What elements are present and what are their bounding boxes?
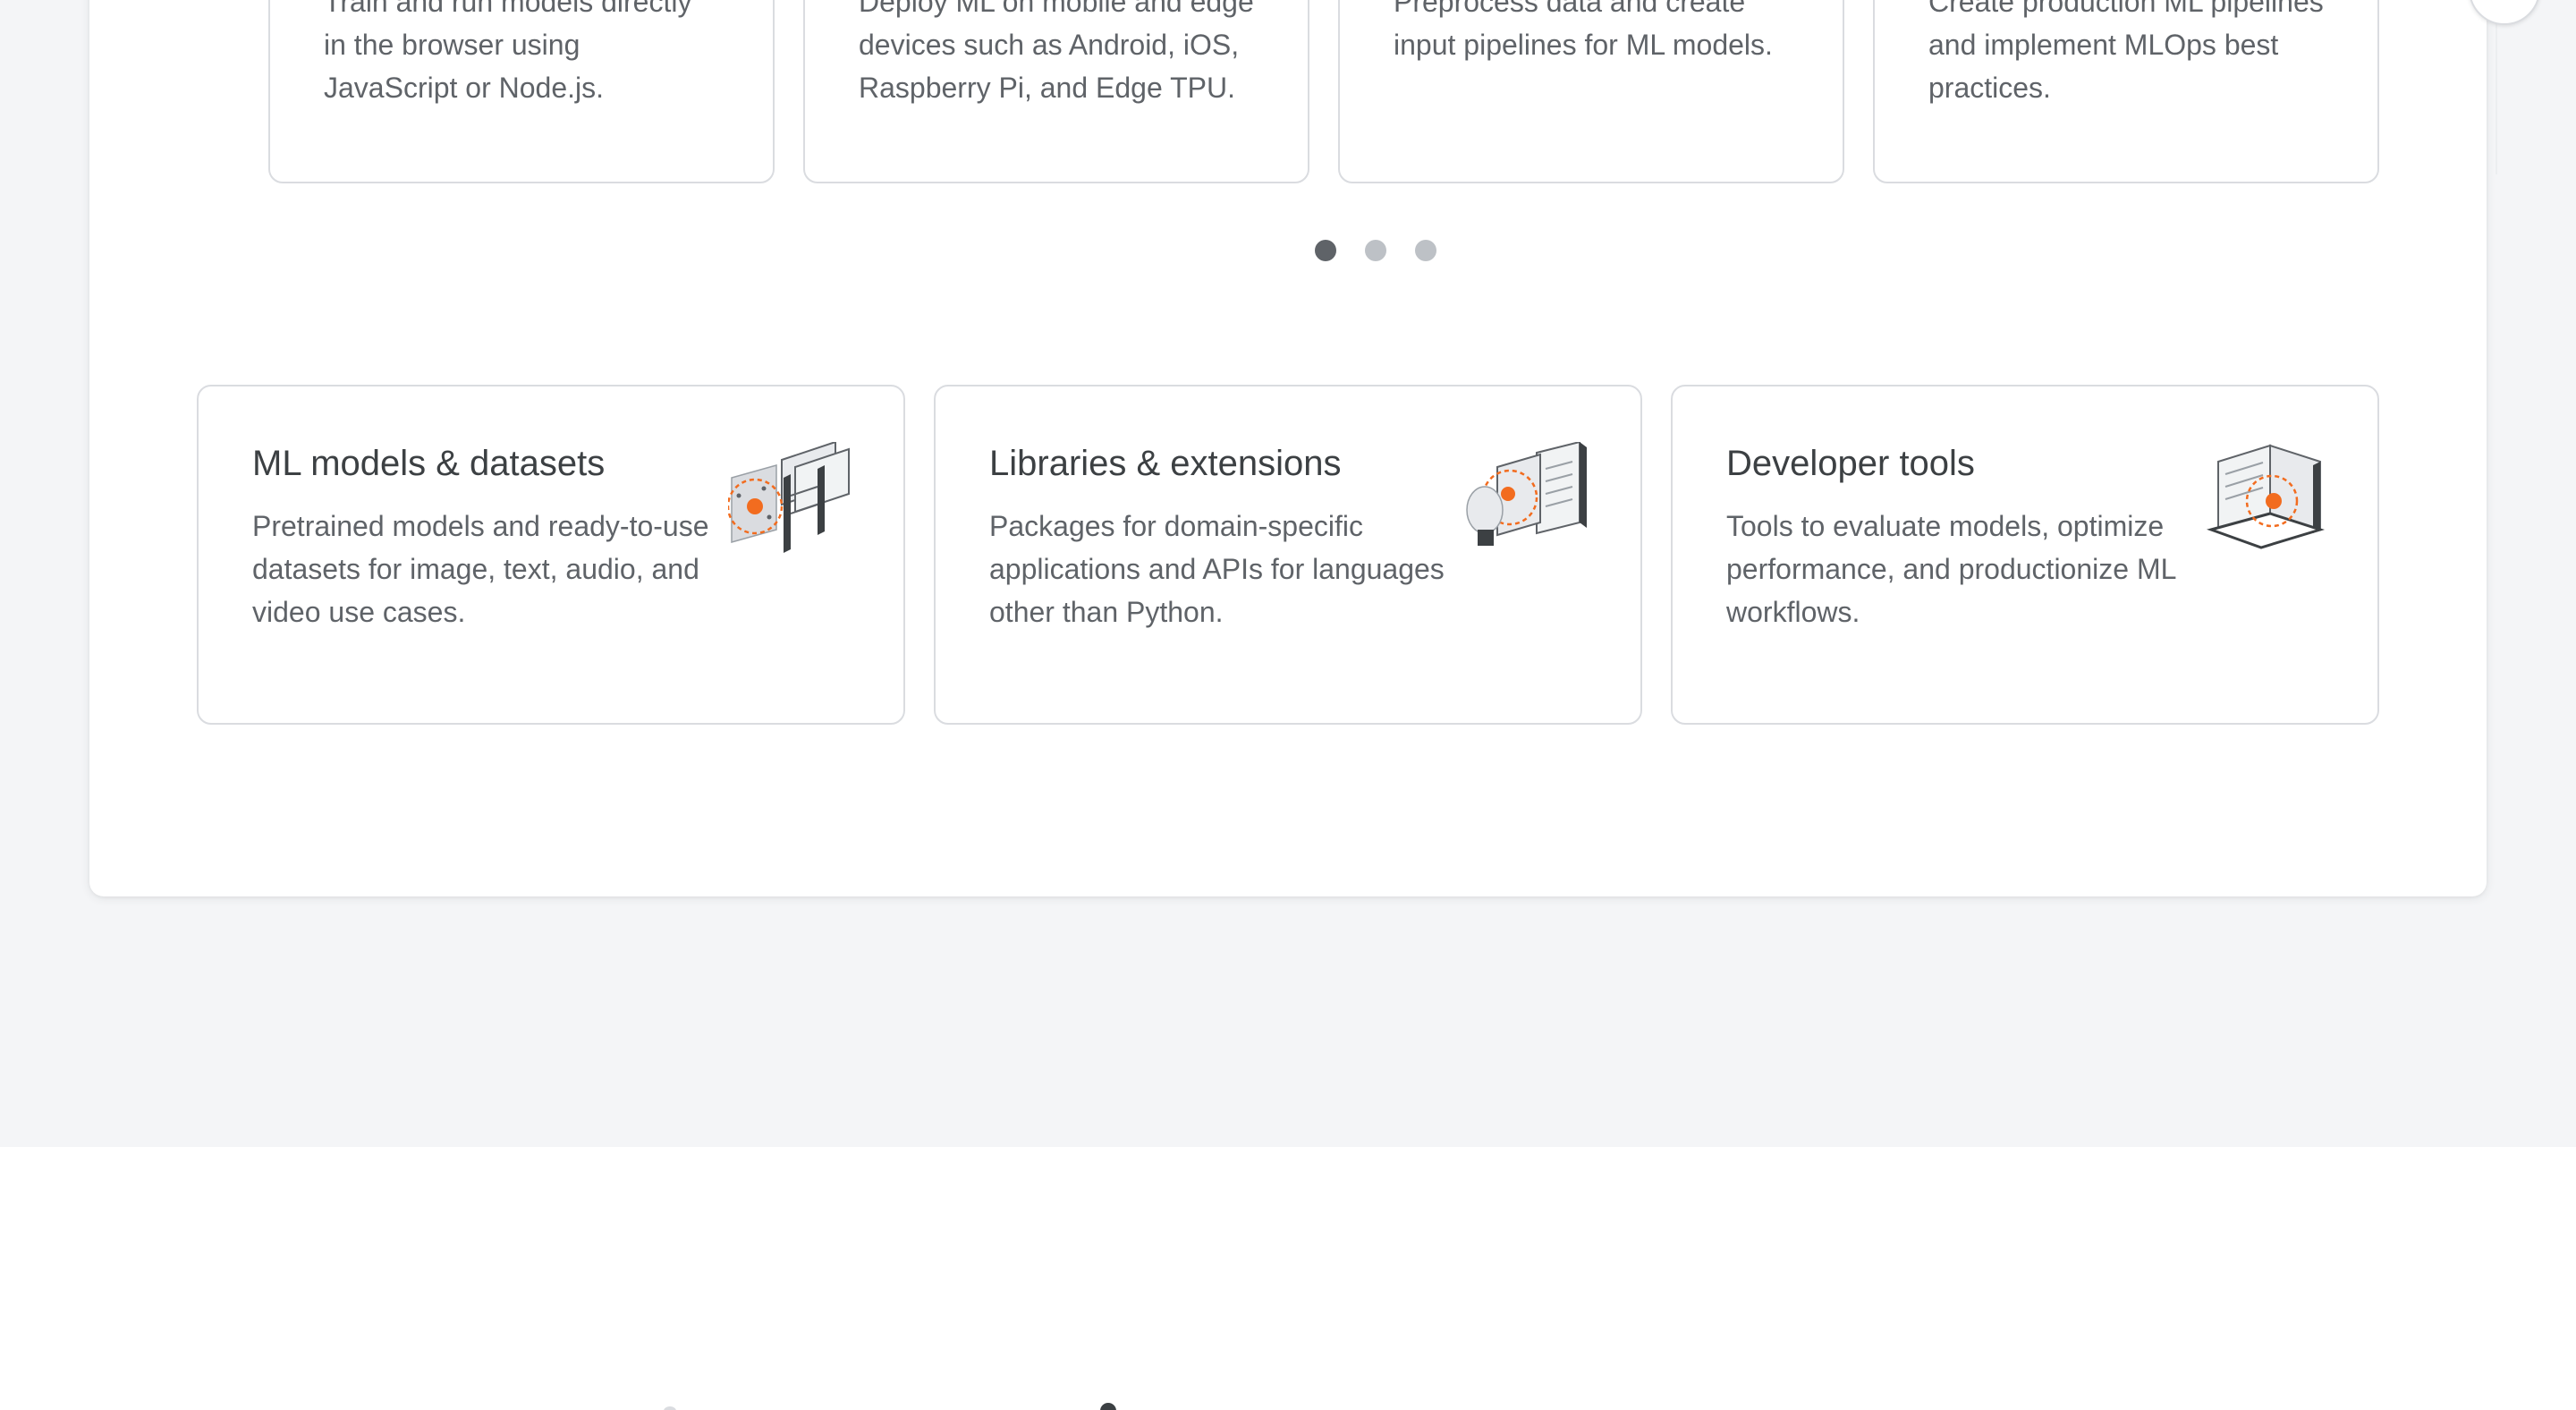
libraries-extensions-illustration-icon: [1466, 442, 1587, 546]
carousel-card-tfjs[interactable]: Train and run models directly in the bro…: [268, 0, 775, 183]
pagination-dot-3[interactable]: [1415, 240, 1436, 261]
feature-card-description: Tools to evaluate models, optimize perfo…: [1726, 510, 2176, 628]
feature-card-title: Developer tools: [1726, 444, 1975, 483]
feature-card-title: ML models & datasets: [252, 444, 606, 483]
feature-card-developer-tools[interactable]: Developer tools Tools to evaluate models…: [1671, 385, 2379, 725]
carousel-card-description: Preprocess data and create input pipelin…: [1394, 0, 1773, 61]
carousel-card-description: Deploy ML on mobile and edge devices suc…: [859, 0, 1254, 104]
carousel-card-description: Create production ML pipelines and imple…: [1928, 0, 2324, 104]
feature-card-libraries-extensions[interactable]: Libraries & extensions Packages for doma…: [934, 385, 1642, 725]
carousel-card-tfx[interactable]: Create production ML pipelines and imple…: [1873, 0, 2379, 183]
pagination-dot-2[interactable]: [1365, 240, 1386, 261]
feature-card-models-datasets[interactable]: ML models & datasets Pretrained models a…: [197, 385, 905, 725]
pagination-dot-1[interactable]: [1315, 240, 1336, 261]
feature-card-description: Packages for domain-specific application…: [989, 510, 1445, 628]
section-graphic-fragment: [664, 1406, 676, 1410]
content-panel: Train and run models directly in the bro…: [89, 0, 2540, 896]
carousel-card-tflite[interactable]: Deploy ML on mobile and edge devices suc…: [803, 0, 1309, 183]
next-section: [0, 1147, 2576, 1410]
developer-tools-illustration-icon: [2207, 444, 2326, 549]
chevron-right-icon: [2490, 0, 2519, 4]
carousel-pagination: [1315, 240, 1436, 261]
models-datasets-illustration-icon: [728, 442, 850, 553]
carousel-edge-divider: [2496, 0, 2497, 174]
carousel-card-tfdata[interactable]: Preprocess data and create input pipelin…: [1338, 0, 1844, 183]
feature-card-title: Libraries & extensions: [989, 444, 1342, 483]
carousel-next-button[interactable]: [2469, 0, 2540, 25]
carousel-card-description: Train and run models directly in the bro…: [324, 0, 692, 104]
feature-card-description: Pretrained models and ready-to-use datas…: [252, 510, 709, 628]
section-graphic-fragment: [1100, 1403, 1116, 1410]
